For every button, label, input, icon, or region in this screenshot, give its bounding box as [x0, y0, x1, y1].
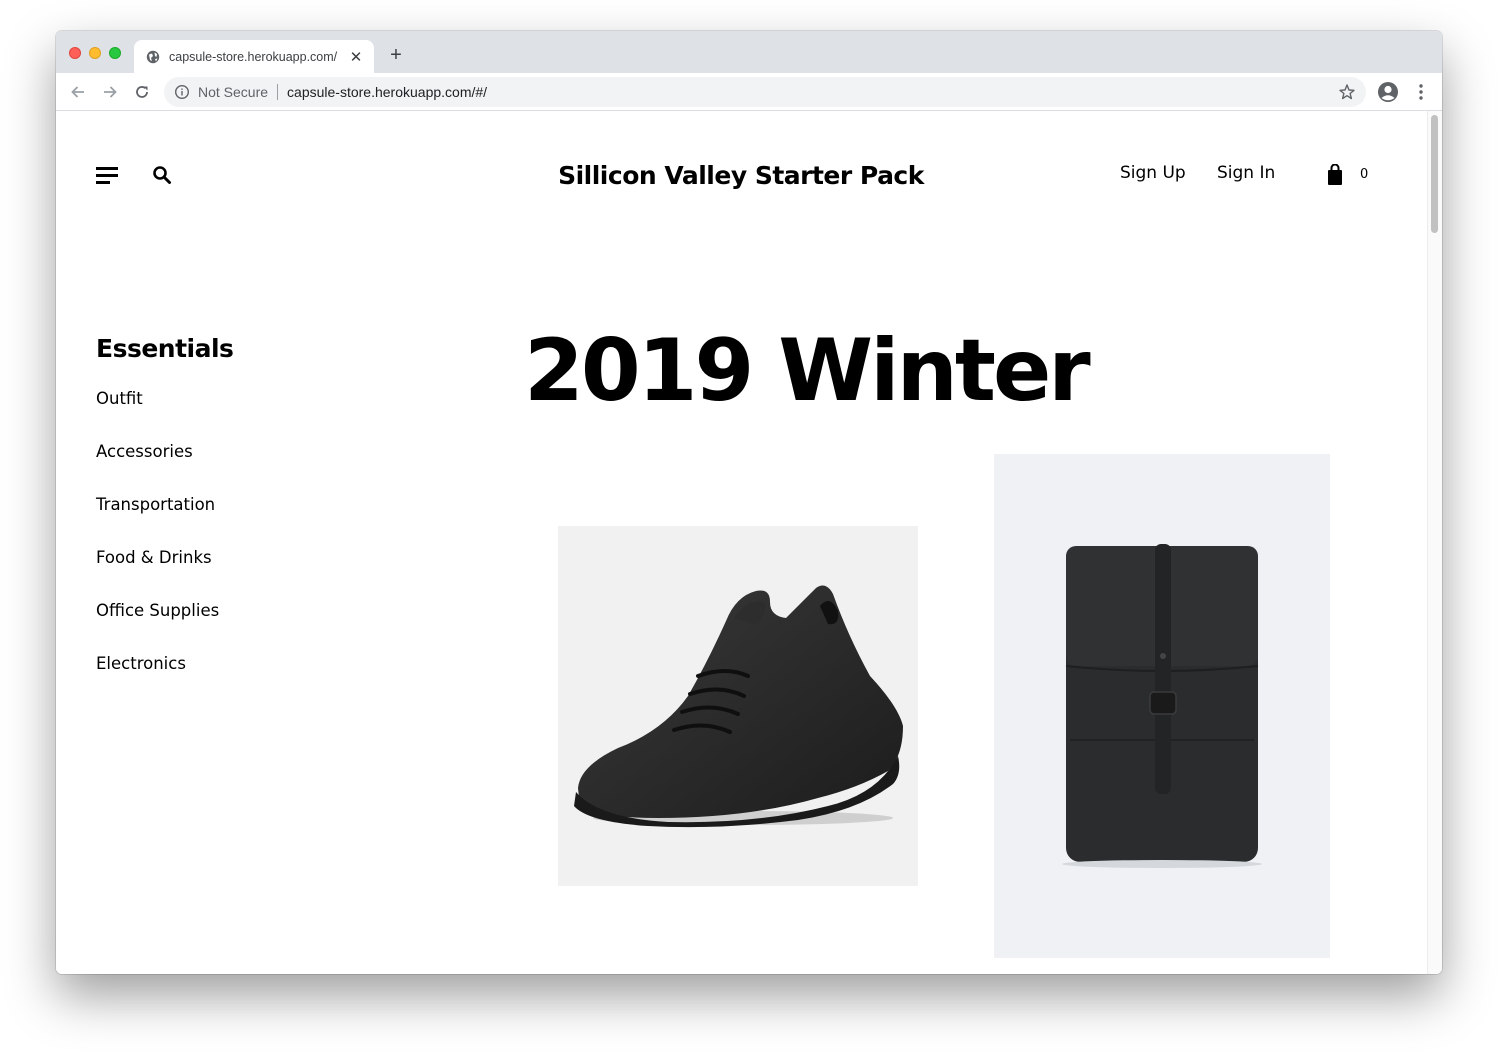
backpack-image — [1062, 544, 1262, 868]
minimize-window-button[interactable] — [89, 47, 101, 59]
menu-icon[interactable] — [96, 167, 120, 187]
browser-window: capsule-store.herokuapp.com/ ✕ + Not Sec… — [56, 31, 1442, 974]
new-tab-button[interactable]: + — [386, 44, 406, 66]
sidebar-item-electronics[interactable]: Electronics — [96, 654, 219, 707]
sidebar-title: Essentials — [96, 334, 234, 363]
browser-tab[interactable]: capsule-store.herokuapp.com/ ✕ — [134, 40, 374, 73]
forward-arrow-icon[interactable] — [99, 81, 121, 103]
product-card-sneaker[interactable] — [558, 526, 918, 886]
sign-up-link[interactable]: Sign Up — [1120, 163, 1186, 183]
more-vert-icon[interactable] — [1410, 81, 1432, 103]
sneaker-image — [574, 585, 903, 828]
security-label: Not Secure — [198, 84, 269, 100]
scrollbar[interactable] — [1427, 111, 1442, 974]
sidebar-item-food-drinks[interactable]: Food & Drinks — [96, 548, 219, 601]
site-brand[interactable]: Sillicon Valley Starter Pack — [526, 161, 956, 190]
sidebar-item-outfit[interactable]: Outfit — [96, 389, 219, 442]
page-viewport: Sillicon Valley Starter Pack Sign Up Sig… — [56, 111, 1442, 974]
page-title: 2019 Winter — [524, 321, 1091, 421]
maximize-window-button[interactable] — [109, 47, 121, 59]
sidebar-item-transportation[interactable]: Transportation — [96, 495, 219, 548]
bookmark-star-icon[interactable] — [1338, 83, 1356, 101]
tab-strip: capsule-store.herokuapp.com/ ✕ + — [56, 31, 1442, 73]
address-divider — [277, 84, 279, 100]
back-arrow-icon[interactable] — [67, 81, 89, 103]
close-window-button[interactable] — [69, 47, 81, 59]
category-list: Outfit Accessories Transportation Food &… — [96, 389, 219, 707]
profile-avatar-icon[interactable] — [1377, 81, 1399, 103]
scrollbar-thumb[interactable] — [1431, 115, 1438, 233]
product-card-backpack[interactable] — [994, 454, 1330, 958]
search-icon[interactable] — [152, 165, 174, 187]
globe-icon — [146, 50, 160, 64]
close-tab-icon[interactable]: ✕ — [348, 49, 364, 66]
sidebar-item-accessories[interactable]: Accessories — [96, 442, 219, 495]
info-icon[interactable] — [174, 84, 190, 100]
sidebar-item-office-supplies[interactable]: Office Supplies — [96, 601, 219, 654]
tab-title: capsule-store.herokuapp.com/ — [169, 49, 338, 64]
reload-icon[interactable] — [131, 81, 153, 103]
cart-count: 0 — [1360, 167, 1369, 182]
sign-in-link[interactable]: Sign In — [1217, 163, 1275, 183]
browser-toolbar: Not Secure capsule-store.herokuapp.com/#… — [56, 73, 1442, 111]
url-text[interactable]: capsule-store.herokuapp.com/#/ — [287, 84, 487, 100]
address-bar[interactable]: Not Secure capsule-store.herokuapp.com/#… — [164, 77, 1366, 107]
shopping-bag-icon[interactable] — [1326, 164, 1344, 186]
